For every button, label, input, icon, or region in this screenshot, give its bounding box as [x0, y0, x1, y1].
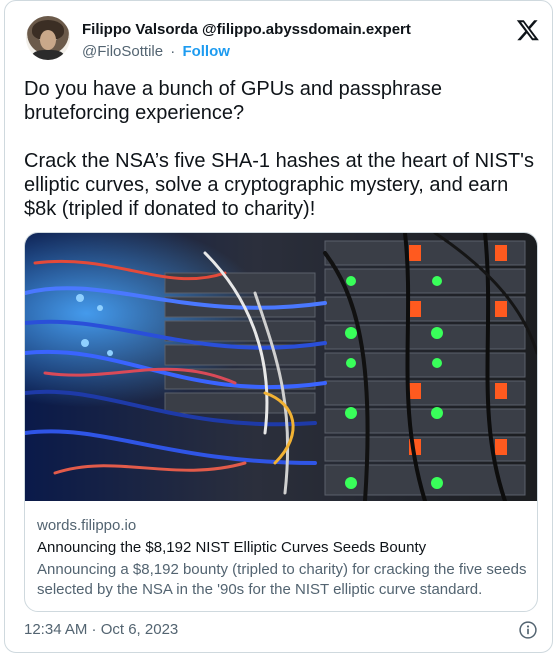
author-sub-line: @FiloSottile · Follow [82, 43, 230, 60]
separator-dot: · [170, 43, 176, 60]
author-username[interactable]: @FiloSottile [82, 43, 163, 60]
link-meta: words.filippo.io Announcing the $8,192 N… [37, 516, 527, 600]
tweet-paragraph-1: Do you have a bunch of GPUs and passphra… [24, 78, 443, 124]
tweet-text: Do you have a bunch of GPUs and passphra… [24, 77, 544, 221]
avatar[interactable] [26, 16, 70, 60]
x-logo-icon[interactable] [516, 18, 540, 42]
tweet-paragraph-2: Crack the NSA’s five SHA-1 hashes at the… [24, 150, 534, 220]
avatar-shirt [32, 50, 64, 60]
tweet-timestamp[interactable]: 12:34 AM · Oct 6, 2023 [24, 621, 178, 638]
author-name-line[interactable]: Filippo Valsorda @filippo.abyssdomain.ex… [82, 21, 411, 38]
follow-button[interactable]: Follow [182, 43, 230, 60]
link-domain[interactable]: words.filippo.io [37, 516, 527, 536]
link-title[interactable]: Announcing the $8,192 NIST Elliptic Curv… [37, 538, 527, 558]
avatar-face [40, 30, 56, 50]
link-preview-card[interactable]: words.filippo.io Announcing the $8,192 N… [24, 232, 538, 612]
tweet-embed-card[interactable]: Filippo Valsorda @filippo.abyssdomain.ex… [4, 0, 553, 653]
info-icon[interactable] [518, 620, 538, 640]
author-display-handle[interactable]: @filippo.abyssdomain.expert [202, 21, 411, 38]
server-rack-photo[interactable] [25, 233, 537, 501]
author-name[interactable]: Filippo Valsorda [82, 21, 198, 38]
link-description: Announcing a $8,192 bounty (tripled to c… [37, 561, 527, 598]
